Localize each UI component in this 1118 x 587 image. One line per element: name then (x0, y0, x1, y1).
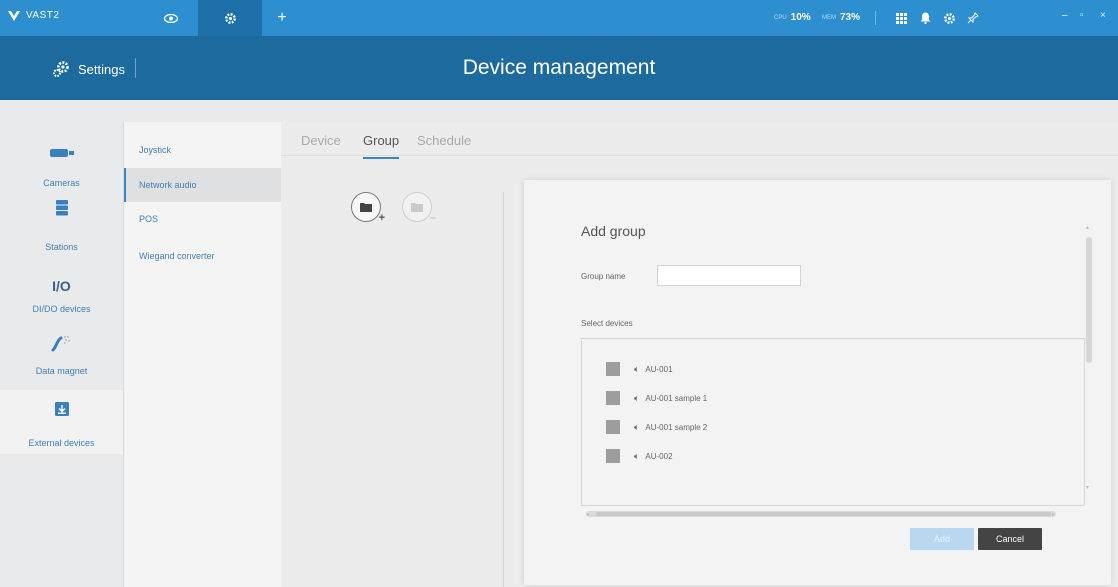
bell-icon (920, 12, 930, 24)
add-tab-button[interactable]: + (270, 0, 294, 36)
device-checkbox[interactable] (606, 420, 620, 434)
sidebar-item-label: Data magnet (35, 366, 88, 376)
main-content: Device Group Schedule + – Add group Grou… (281, 122, 1118, 587)
device-name: AU-002 (645, 451, 673, 461)
device-checkbox[interactable] (606, 362, 620, 376)
group-name-input[interactable] (657, 265, 801, 286)
app-brand: VAST2 (8, 10, 59, 21)
folder-add-icon (360, 203, 372, 212)
mem-value: 73% (840, 12, 861, 23)
sidebar-item-label: Stations (45, 242, 78, 252)
cpu-label: CPU (774, 14, 787, 21)
add-button[interactable]: Add (910, 528, 974, 550)
folder-remove-icon (411, 203, 423, 212)
close-button[interactable]: × (1100, 10, 1106, 21)
submenu-item-joystick[interactable]: Joystick (124, 133, 282, 167)
device-name: AU-001 sample 2 (645, 422, 708, 432)
tab-schedule[interactable]: Schedule (417, 133, 471, 148)
submenu-item-wiegand-converter[interactable]: Wiegand converter (124, 239, 282, 273)
camera-icon (49, 149, 74, 157)
scroll-left-icon[interactable]: ◂ (586, 511, 589, 518)
group-name-label: Group name (581, 272, 626, 281)
list-item[interactable]: 🔈︎ AU-001 sample 2 (606, 419, 707, 435)
scroll-right-icon[interactable]: ▸ (1052, 511, 1055, 518)
mem-label: MEM (822, 14, 836, 21)
gear-icon (224, 12, 236, 24)
pin-icon (967, 12, 979, 24)
tab-live-view[interactable] (148, 0, 194, 36)
server-icon (55, 200, 68, 216)
plus-icon: + (378, 212, 385, 224)
app-name: VAST2 (26, 10, 60, 21)
horizontal-scrollbar-thumb[interactable] (596, 512, 1051, 516)
sidebar-item-label: External devices (28, 438, 95, 448)
sidebar-item-data-magnet[interactable]: Data magnet (0, 318, 123, 382)
layout-button[interactable] (893, 10, 909, 26)
device-checkbox[interactable] (606, 391, 620, 405)
device-checkbox[interactable] (606, 449, 620, 463)
eye-icon (164, 13, 178, 23)
scroll-down-icon[interactable]: ▾ (1086, 484, 1089, 491)
submenu-item-label: POS (139, 214, 159, 224)
submenu-item-label: Network audio (139, 180, 197, 190)
submenu-item-pos[interactable]: POS (124, 202, 282, 236)
scroll-up-icon[interactable]: ▴ (1086, 224, 1089, 231)
submenu-item-network-audio[interactable]: Network audio (124, 168, 282, 202)
sidebar-item-external-devices[interactable]: External devices (0, 390, 123, 454)
page-header: Settings Device management (0, 36, 1118, 100)
tab-device[interactable]: Device (301, 133, 341, 148)
magnet-icon (51, 336, 70, 352)
divider (503, 192, 504, 587)
sidebar-item-label: DI/DO devices (32, 304, 91, 314)
list-item[interactable]: 🔈︎ AU-002 (606, 448, 673, 464)
sidebar-item-dido-devices[interactable]: I/O DI/DO devices (0, 256, 123, 320)
memory-usage: MEM 73% (822, 12, 860, 23)
submenu-item-label: Joystick (139, 145, 172, 155)
plus-icon: + (277, 9, 287, 26)
device-name: AU-001 sample 1 (645, 393, 708, 403)
select-devices-label: Select devices (581, 319, 633, 328)
cpu-usage: CPU 10% (774, 12, 811, 23)
sidebar-item-label: Cameras (43, 178, 80, 188)
settings-sidebar: Cameras Stations I/O DI/DO devices Data … (0, 122, 123, 587)
notifications-button[interactable] (917, 10, 933, 26)
io-icon: I/O (52, 278, 71, 294)
submenu-item-label: Wiegand converter (139, 251, 215, 261)
add-group-button[interactable]: + (351, 192, 385, 224)
vast-logo-icon (8, 10, 20, 21)
external-device-icon (54, 402, 69, 416)
divider (875, 11, 876, 25)
settings-button[interactable] (941, 10, 957, 26)
external-devices-menu: Joystick Network audio POS Wiegand conve… (123, 122, 282, 587)
speaker-icon: 🔈︎ (634, 421, 640, 432)
remove-group-button[interactable]: – (402, 192, 436, 224)
tab-bar: Device Group Schedule (281, 122, 1118, 159)
device-list[interactable]: 🔈︎ AU-001 🔈︎ AU-001 sample 1 🔈︎ AU-001 s… (581, 338, 1085, 506)
maximize-button[interactable]: ▫ (1080, 10, 1084, 21)
speaker-icon: 🔈︎ (634, 450, 640, 461)
dialog-title: Add group (581, 223, 646, 239)
speaker-icon: 🔈︎ (634, 392, 640, 403)
cpu-value: 10% (790, 12, 811, 23)
pin-button[interactable] (965, 10, 981, 26)
title-bar: VAST2 + CPU 10% MEM 73% – ▫ × (0, 0, 1118, 36)
grid-icon (895, 12, 907, 24)
device-name: AU-001 (645, 364, 673, 374)
vertical-scrollbar[interactable] (1086, 237, 1092, 363)
minus-icon: – (429, 212, 436, 224)
tab-group[interactable]: Group (363, 133, 400, 159)
sidebar-item-stations[interactable]: Stations (0, 194, 123, 258)
speaker-icon: 🔈︎ (634, 363, 640, 374)
add-group-dialog: Add group Group name Select devices 🔈︎ A… (524, 180, 1111, 585)
sidebar-item-cameras[interactable]: Cameras (0, 130, 123, 194)
list-item[interactable]: 🔈︎ AU-001 (606, 361, 673, 377)
tab-settings[interactable] (198, 0, 262, 36)
cancel-button[interactable]: Cancel (978, 528, 1042, 550)
list-item[interactable]: 🔈︎ AU-001 sample 1 (606, 390, 707, 406)
page-title: Device management (462, 56, 656, 79)
minimize-button[interactable]: – (1062, 10, 1068, 21)
gear-icon (943, 12, 955, 24)
